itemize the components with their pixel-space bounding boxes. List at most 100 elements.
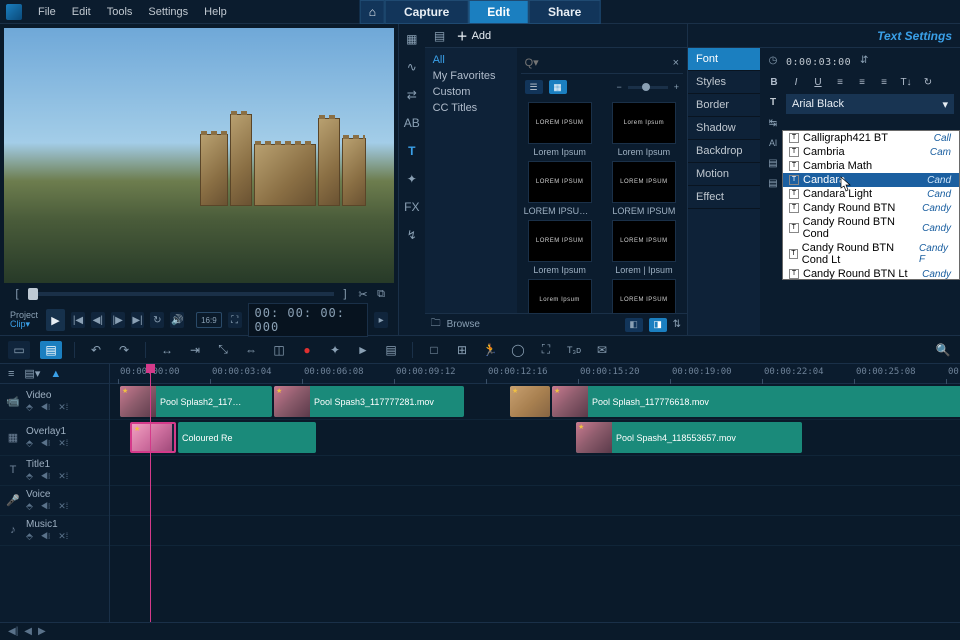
tab-border[interactable]: Border xyxy=(688,94,760,117)
duration-timecode[interactable]: 0:00:03:00 xyxy=(786,57,851,68)
menu-file[interactable]: File xyxy=(30,2,64,22)
library-search-input[interactable] xyxy=(525,54,667,72)
track-volume-icon[interactable]: ◀፧ xyxy=(41,438,50,449)
font-option[interactable]: T Candy Round BTN Candy xyxy=(783,201,959,215)
underline-button[interactable]: U xyxy=(810,75,826,89)
add-button[interactable]: ＋Add xyxy=(457,28,492,44)
tab-motion[interactable]: Motion xyxy=(688,163,760,186)
path-tab-icon[interactable]: ↯ xyxy=(403,226,421,244)
thumb-size-slider[interactable] xyxy=(628,86,668,89)
track-view-icon[interactable]: ▤▾ xyxy=(24,367,40,380)
font-option[interactable]: T Candara Cand xyxy=(783,173,959,187)
graphics-tab-icon[interactable]: ✦ xyxy=(403,170,421,188)
tab-styles[interactable]: Styles xyxy=(688,71,760,94)
mode-share-button[interactable]: Share xyxy=(529,0,600,24)
zoom-out-icon[interactable]: − xyxy=(616,82,621,92)
prev-frame-button[interactable]: ◀| xyxy=(91,312,105,328)
loop-button[interactable]: ↻ xyxy=(150,312,164,328)
track-header[interactable]: 📹 Video ⬘ ◀፧ ✕⁞ xyxy=(0,384,109,420)
zoom-timeline-icon[interactable]: 🔍 xyxy=(934,341,952,359)
category-custom[interactable]: Custom xyxy=(433,86,509,98)
title-preset-thumb[interactable]: LOREM IPSUM Lorem Ipsum xyxy=(521,220,599,275)
tool-subtitle-icon[interactable]: ✉ xyxy=(593,341,611,359)
tab-effect[interactable]: Effect xyxy=(688,186,760,209)
next-frame-button[interactable]: |▶ xyxy=(111,312,125,328)
layer2-icon[interactable]: ▤ xyxy=(766,178,780,192)
fx-tab-icon[interactable]: FX xyxy=(403,198,421,216)
mode-edit-button[interactable]: Edit xyxy=(468,0,529,24)
vertical-text-button[interactable]: T↓ xyxy=(898,75,914,89)
mark-out-icon[interactable]: ] xyxy=(338,287,352,301)
tool-motion-icon[interactable]: 🏃 xyxy=(481,341,499,359)
titles-tab-icon[interactable]: AB xyxy=(403,114,421,132)
tool-track-icon[interactable]: ▤ xyxy=(382,341,400,359)
goto-end-button[interactable]: ▶| xyxy=(131,312,145,328)
font-option[interactable]: T Candy Round BTN Cond Candy xyxy=(783,215,959,241)
project-clip-toggle[interactable]: Project Clip▾ xyxy=(10,311,38,329)
storyboard-tab-button[interactable]: ▭ xyxy=(8,341,30,359)
tab-backdrop[interactable]: Backdrop xyxy=(688,140,760,163)
align-left-button[interactable]: ≡ xyxy=(832,75,848,89)
track-header[interactable]: T Title1 ⬘ ◀፧ ✕⁞ xyxy=(0,456,109,486)
italic-button[interactable]: I xyxy=(788,75,804,89)
tool-trim-icon[interactable]: ⇥ xyxy=(186,341,204,359)
track-header[interactable]: ♪ Music1 ⬘ ◀፧ ✕⁞ xyxy=(0,516,109,546)
zoom-in-icon[interactable]: + xyxy=(674,82,679,92)
track-control-icon[interactable]: ▲ xyxy=(50,368,61,380)
folder-icon[interactable]: 🗀 xyxy=(431,316,441,333)
rotate-button[interactable]: ↻ xyxy=(920,75,936,89)
track-fx-icon[interactable]: ✕⁞ xyxy=(58,501,68,512)
mode-home-button[interactable]: ⌂ xyxy=(360,0,385,24)
track-volume-icon[interactable]: ◀፧ xyxy=(41,471,50,482)
mark-in-icon[interactable]: [ xyxy=(10,287,24,301)
title-preset-thumb[interactable]: LOREM IPSUM LOREM IPSUM xyxy=(605,161,683,216)
search-clear-icon[interactable]: × xyxy=(673,57,679,69)
track-fx-icon[interactable]: ✕⁞ xyxy=(58,531,68,542)
title-preset-thumb[interactable]: LOREM IPSUM LOREM IPSUM D… xyxy=(521,161,599,216)
playhead[interactable] xyxy=(150,364,151,622)
align-center-button[interactable]: ≡ xyxy=(854,75,870,89)
tab-font[interactable]: Font xyxy=(688,48,760,71)
preview-viewport[interactable] xyxy=(4,28,394,283)
tool-mask-icon[interactable]: □ xyxy=(425,341,443,359)
timeline-clip[interactable]: Pool Splash_117776618.mov xyxy=(552,386,960,417)
tool-ripple-icon[interactable]: ⇔ xyxy=(242,341,260,359)
audio-tab-icon[interactable]: ∿ xyxy=(403,58,421,76)
tab-shadow[interactable]: Shadow xyxy=(688,117,760,140)
mode-capture-button[interactable]: Capture xyxy=(385,0,468,24)
tool-tracking-icon[interactable]: ◯ xyxy=(509,341,527,359)
overlay-lane[interactable]: Coloured Re Pool Spash4_118553657.mov xyxy=(110,420,960,456)
goto-start-button[interactable]: |◀ xyxy=(71,312,85,328)
undo-button[interactable]: ↶ xyxy=(87,341,105,359)
align-right-button[interactable]: ≡ xyxy=(876,75,892,89)
track-fx-icon[interactable]: ✕⁞ xyxy=(58,438,68,449)
tool-multi-icon[interactable]: ⊞ xyxy=(453,341,471,359)
fullscreen-button[interactable]: ⛶ xyxy=(228,312,242,328)
title-preset-thumb[interactable]: LOREM IPSUM xyxy=(605,279,683,313)
timecode-spinner[interactable]: ⇵ xyxy=(857,55,871,69)
preview-timecode[interactable]: 00: 00: 00: 000 xyxy=(248,303,369,337)
font-dropdown[interactable]: T Calligraph421 BT Call T Cambria Cam T … xyxy=(782,130,960,280)
menu-tools[interactable]: Tools xyxy=(99,2,141,22)
track-volume-icon[interactable]: ◀፧ xyxy=(41,531,50,542)
scroll-start-icon[interactable]: ◀ xyxy=(24,626,32,637)
tool-move-icon[interactable]: ↔︎ xyxy=(158,341,176,359)
track-volume-icon[interactable]: ◀፧ xyxy=(41,402,50,413)
track-mute-icon[interactable]: ⬘ xyxy=(26,438,33,449)
track-header[interactable]: 🎤 Voice ⬘ ◀፧ ✕⁞ xyxy=(0,486,109,516)
tool-slip-icon[interactable]: ⤡ xyxy=(214,341,232,359)
track-mute-icon[interactable]: ⬘ xyxy=(26,471,33,482)
snapshot-icon[interactable]: ⧉ xyxy=(374,287,388,301)
track-fx-icon[interactable]: ✕⁞ xyxy=(58,471,68,482)
font-option[interactable]: T Candara Light Cand xyxy=(783,187,959,201)
track-mute-icon[interactable]: ⬘ xyxy=(26,501,33,512)
tool-speed-icon[interactable]: ► xyxy=(354,341,372,359)
title-preset-thumb[interactable]: Lorem Ipsum Lorem Ipsum xyxy=(605,102,683,157)
title-editor-tab-icon[interactable]: T xyxy=(403,142,421,160)
aspect-ratio-button[interactable]: 16:9 xyxy=(196,312,222,328)
collapse-icon[interactable]: ▤ xyxy=(431,27,449,45)
bold-button[interactable]: B xyxy=(766,75,782,89)
title-preset-thumb[interactable]: LOREM IPSUM Lorem | Ipsum xyxy=(605,220,683,275)
redo-button[interactable]: ↷ xyxy=(115,341,133,359)
font-option[interactable]: T Candy Round BTN Lt Candy xyxy=(783,267,959,280)
